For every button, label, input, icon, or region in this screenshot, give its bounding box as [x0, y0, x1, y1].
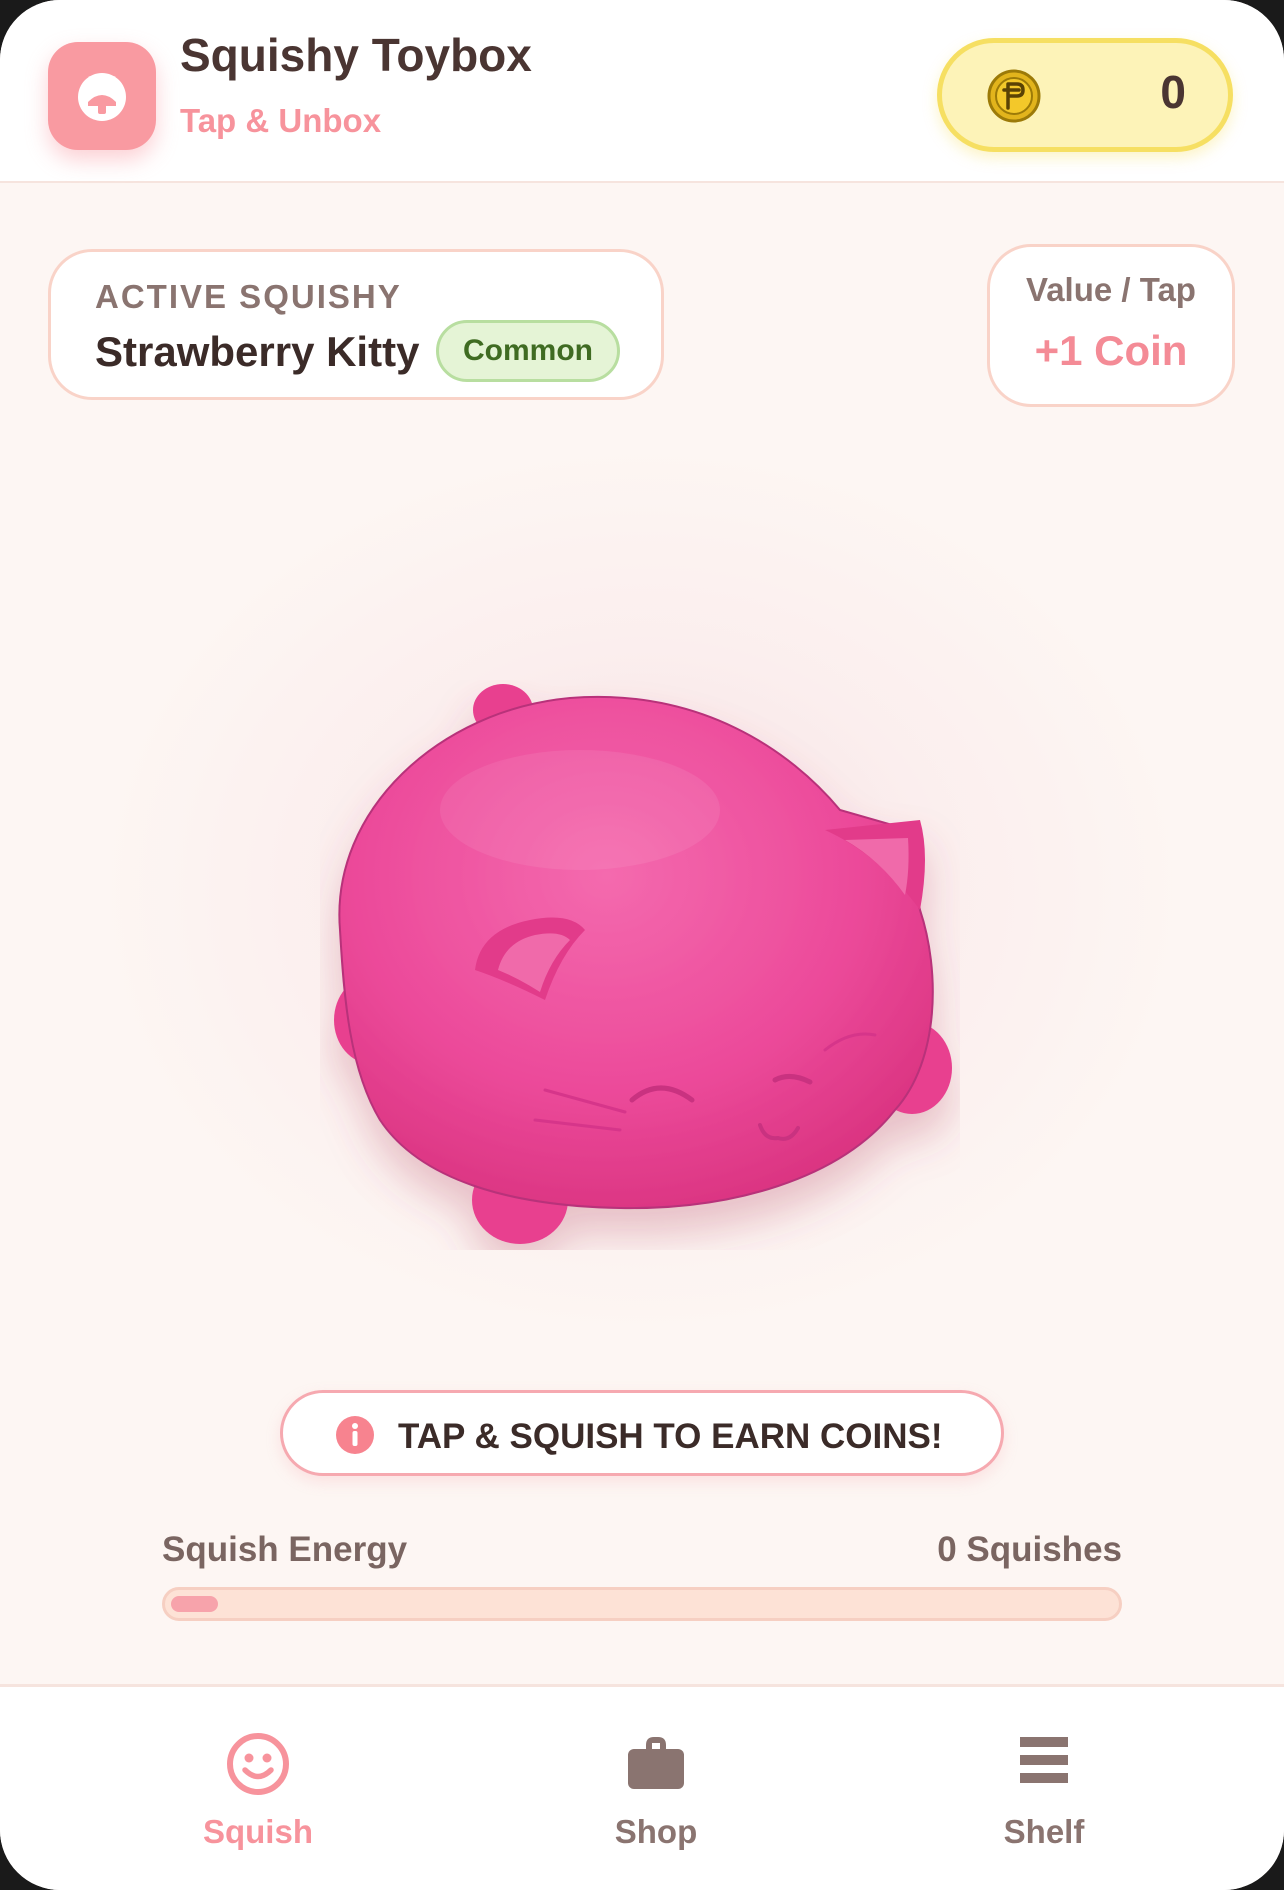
smiley-icon	[227, 1733, 289, 1795]
value-per-tap-label: Value / Tap	[1026, 271, 1196, 308]
active-squishy-name: Strawberry Kitty	[95, 328, 420, 375]
app-logo	[48, 42, 156, 150]
coin-icon	[987, 69, 1041, 123]
nav-item-shelf[interactable]: Shelf	[914, 1687, 1174, 1890]
tap-hint-text: TAP & SQUISH TO EARN COINS!	[398, 1417, 943, 1456]
nav-label-squish: Squish	[202, 1813, 313, 1850]
squish-count: 0 Squishes	[937, 1530, 1122, 1569]
nav-item-shop[interactable]: Shop	[526, 1687, 786, 1890]
bottom-nav: Squish Shop Shelf	[0, 1684, 1284, 1890]
shelf-icon	[1020, 1737, 1068, 1783]
strawberry-kitty-image	[334, 684, 952, 1244]
active-squishy-label: ACTIVE SQUISHY	[95, 278, 402, 315]
coin-balance[interactable]: 0	[937, 38, 1233, 152]
app-header: Squishy Toybox Tap & Unbox 0	[0, 0, 1284, 183]
nav-item-squish[interactable]: Squish	[128, 1687, 388, 1890]
tap-hint: TAP & SQUISH TO EARN COINS!	[280, 1390, 1004, 1476]
app-subtitle: Tap & Unbox	[180, 102, 382, 139]
energy-label: Squish Energy	[162, 1530, 408, 1569]
briefcase-icon	[628, 1737, 684, 1789]
squishy-toy[interactable]	[320, 680, 960, 1250]
nav-label-shop: Shop	[614, 1813, 698, 1850]
active-squishy-card: ACTIVE SQUISHY Strawberry Kitty Common	[48, 249, 664, 400]
app-screen: Squishy Toybox Tap & Unbox 0 ACTIVE SQUI…	[0, 0, 1284, 1890]
nav-label-shelf: Shelf	[1003, 1813, 1085, 1850]
rarity-badge: Common	[436, 320, 620, 382]
value-per-tap-card: Value / Tap +1 Coin	[987, 244, 1235, 407]
energy-bar	[162, 1587, 1122, 1621]
info-icon	[336, 1416, 374, 1454]
coin-count: 0	[1160, 66, 1186, 118]
app-title: Squishy Toybox	[180, 29, 532, 81]
energy-bar-fill	[171, 1596, 218, 1612]
cat-face-icon	[78, 73, 126, 121]
value-per-tap-amount: +1 Coin	[1034, 327, 1188, 374]
